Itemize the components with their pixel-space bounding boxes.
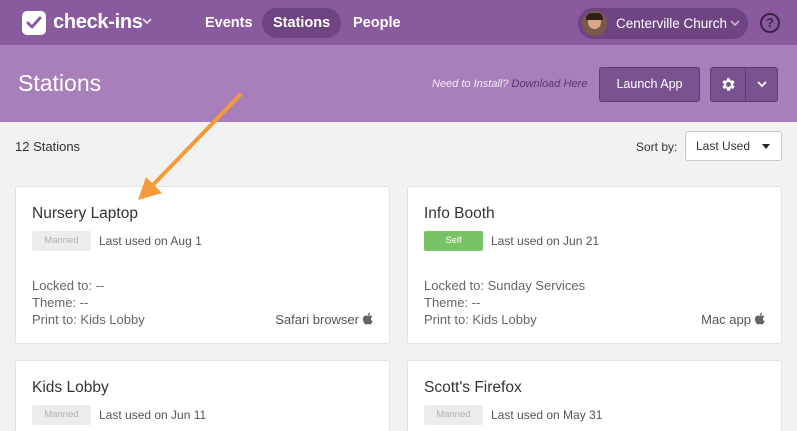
arrow-annotation [138, 93, 242, 200]
